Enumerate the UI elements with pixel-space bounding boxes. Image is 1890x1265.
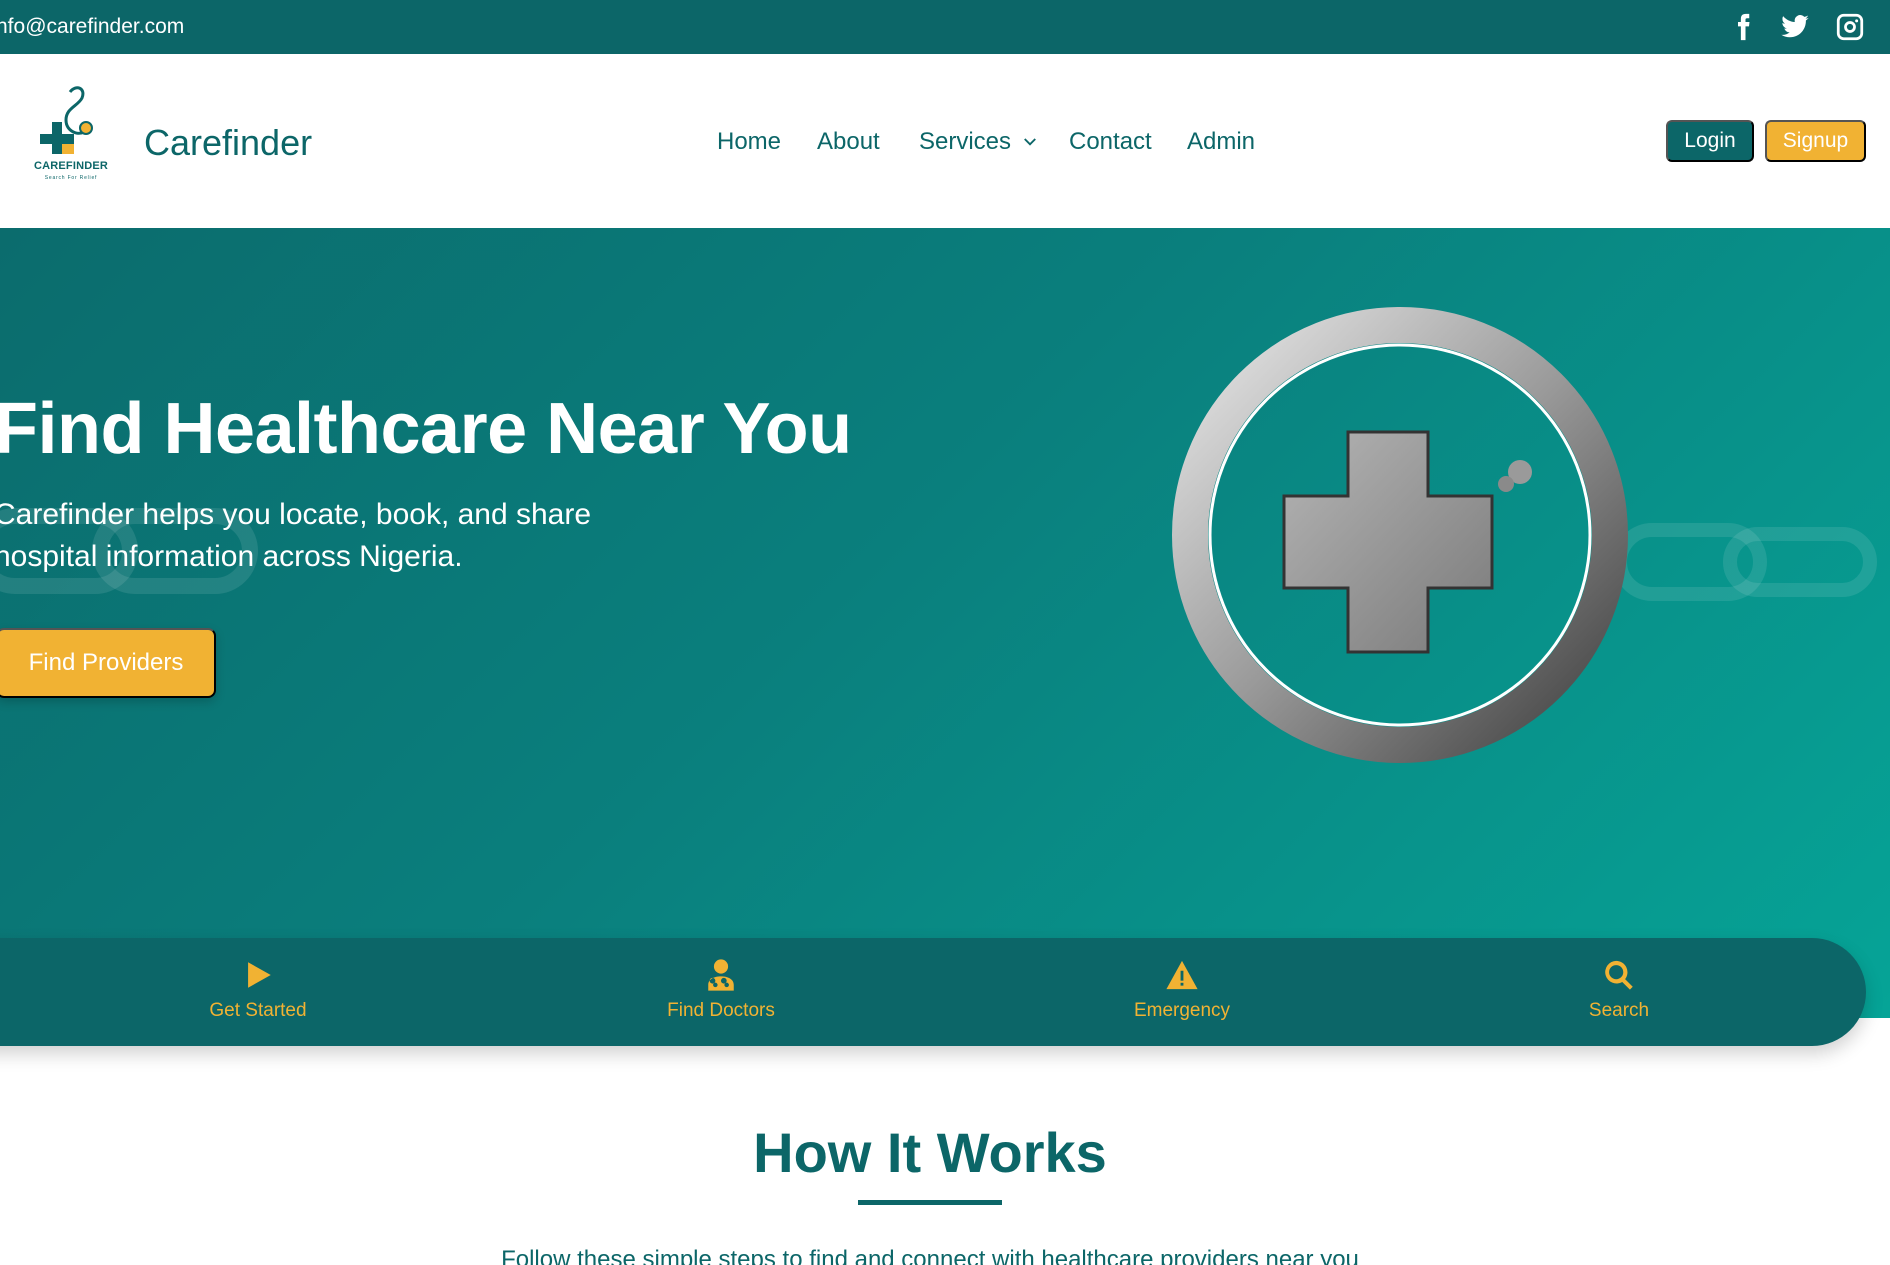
how-it-works-subtitle: Follow these simple steps to find and co…: [501, 1246, 1359, 1265]
hero-title: Find Healthcare Near You: [0, 389, 852, 469]
play-icon: [248, 962, 271, 988]
find-providers-button[interactable]: Find Providers: [0, 628, 216, 698]
hero-section: Find Healthcare Near You Carefinder help…: [0, 228, 1890, 1018]
chain-right-icon: [1613, 523, 1877, 601]
nav-admin[interactable]: Admin: [1187, 128, 1255, 156]
nav-home[interactable]: Home: [717, 128, 781, 156]
quick-find-doctors[interactable]: Find Doctors: [621, 958, 821, 1022]
facebook-icon[interactable]: [1726, 10, 1760, 44]
quick-get-started[interactable]: Get Started: [158, 958, 358, 1022]
top-bar: nfo@carefinder.com: [0, 0, 1890, 54]
medical-cross-ring-icon: [1172, 307, 1628, 763]
instagram-icon[interactable]: [1833, 10, 1867, 44]
logo-text: CAREFINDER: [33, 160, 109, 172]
logo-mark-icon: [40, 86, 93, 154]
hero-subtitle-line2: hospital information across Nigeria.: [0, 540, 463, 573]
brand-name[interactable]: Carefinder: [144, 122, 312, 164]
site-header: CAREFINDER Search For Relief Carefinder …: [0, 54, 1890, 228]
hero-subtitle-line1: Carefinder helps you locate, book, and s…: [0, 498, 592, 531]
chevron-down-icon: [1024, 138, 1036, 146]
twitter-icon[interactable]: [1778, 10, 1812, 44]
contact-email[interactable]: nfo@carefinder.com: [0, 15, 184, 39]
quick-search[interactable]: Search: [1519, 958, 1719, 1022]
login-button[interactable]: Login: [1666, 120, 1754, 162]
doctor-icon: [708, 959, 734, 991]
warning-icon: [1166, 960, 1198, 990]
logo-tagline: Search For Relief: [44, 175, 98, 181]
quick-get-started-label: Get Started: [209, 1000, 307, 1021]
how-it-works-title: How It Works: [753, 1121, 1107, 1184]
hero-subtitle: Carefinder helps you locate, book, and s…: [0, 494, 634, 578]
search-icon: [1605, 960, 1633, 990]
signup-button[interactable]: Signup: [1765, 120, 1866, 162]
quick-emergency[interactable]: Emergency: [1082, 958, 1282, 1022]
nav-services[interactable]: Services: [919, 128, 1039, 156]
nav-about[interactable]: About: [817, 128, 880, 156]
quick-search-label: Search: [1588, 1000, 1650, 1021]
nav-contact[interactable]: Contact: [1069, 128, 1152, 156]
nav-services-label: Services: [919, 128, 1012, 155]
carefinder-logo[interactable]: CAREFINDER Search For Relief: [26, 84, 116, 194]
title-underline: [858, 1200, 1002, 1205]
quick-find-doctors-label: Find Doctors: [667, 1000, 775, 1021]
quick-emergency-label: Emergency: [1133, 1000, 1231, 1021]
quick-access-bar: Get Started Find Doctors Emergency Searc…: [0, 938, 1866, 1046]
